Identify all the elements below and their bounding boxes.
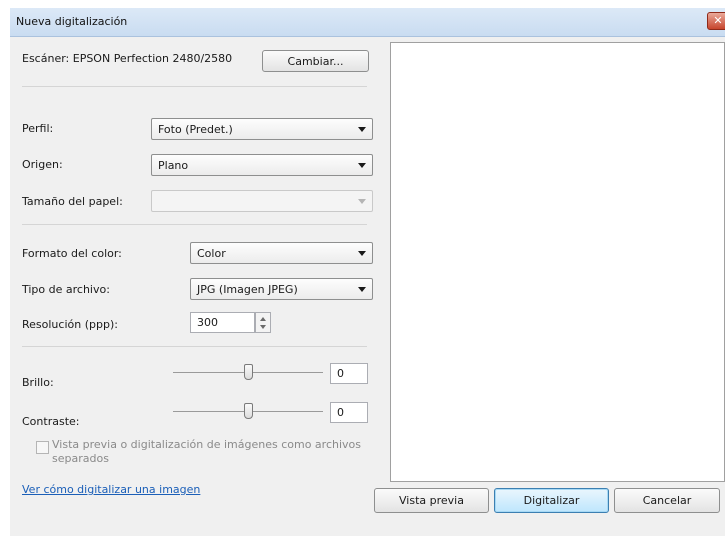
- paper-size-label: Tamaño del papel:: [22, 195, 123, 208]
- preview-area: [390, 42, 725, 482]
- chevron-down-icon: [358, 163, 366, 168]
- brightness-input[interactable]: 0: [330, 363, 368, 384]
- contrast-label: Contraste:: [22, 415, 80, 428]
- scan-button[interactable]: Digitalizar: [494, 488, 609, 513]
- separate-files-label-line2: separados: [52, 452, 109, 465]
- resolution-label: Resolución (ppp):: [22, 318, 118, 331]
- chevron-down-icon: [358, 287, 366, 292]
- chevron-down-icon: [358, 251, 366, 256]
- color-format-label: Formato del color:: [22, 247, 122, 260]
- spin-down-icon: [260, 325, 266, 329]
- color-format-dropdown[interactable]: Color: [190, 242, 373, 264]
- profile-label: Perfil:: [22, 122, 54, 135]
- brightness-label: Brillo:: [22, 376, 54, 389]
- brightness-value: 0: [337, 367, 344, 380]
- separator-bottom: [22, 346, 367, 347]
- contrast-slider-thumb[interactable]: [243, 403, 253, 419]
- separator-top: [22, 86, 367, 87]
- resolution-spinner[interactable]: [255, 312, 271, 333]
- separate-files-label-line1: Vista previa o digitalización de imágene…: [52, 438, 362, 451]
- chevron-down-icon: [358, 127, 366, 132]
- color-format-value: Color: [197, 247, 226, 260]
- title-bar: Nueva digitalización ✕: [10, 8, 725, 37]
- source-label: Origen:: [22, 158, 63, 171]
- window-title: Nueva digitalización: [16, 15, 128, 28]
- contrast-value: 0: [337, 406, 344, 419]
- separate-files-checkbox[interactable]: [36, 441, 49, 454]
- resolution-value: 300: [197, 316, 218, 329]
- profile-dropdown[interactable]: Foto (Predet.): [151, 118, 373, 140]
- contrast-input[interactable]: 0: [330, 402, 368, 423]
- close-button[interactable]: ✕: [707, 12, 725, 30]
- resolution-input[interactable]: 300: [190, 312, 255, 333]
- file-type-value: JPG (Imagen JPEG): [197, 283, 298, 296]
- close-icon: ✕: [713, 14, 723, 27]
- scanner-label: Escáner: EPSON Perfection 2480/2580: [22, 52, 233, 65]
- brightness-slider-thumb[interactable]: [243, 364, 253, 380]
- preview-button[interactable]: Vista previa: [374, 488, 489, 513]
- separator-middle: [22, 224, 367, 225]
- new-scan-dialog: Nueva digitalización ✕ Escáner: EPSON Pe…: [10, 8, 725, 536]
- change-scanner-button[interactable]: Cambiar...: [262, 50, 369, 72]
- source-dropdown[interactable]: Plano: [151, 154, 373, 176]
- cancel-button[interactable]: Cancelar: [614, 488, 720, 513]
- source-value: Plano: [158, 159, 189, 172]
- spin-up-icon: [260, 317, 266, 321]
- profile-value: Foto (Predet.): [158, 123, 233, 136]
- file-type-label: Tipo de archivo:: [22, 283, 110, 296]
- paper-size-dropdown: [151, 190, 373, 212]
- file-type-dropdown[interactable]: JPG (Imagen JPEG): [190, 278, 373, 300]
- help-link[interactable]: Ver cómo digitalizar una imagen: [22, 483, 200, 496]
- chevron-down-icon: [358, 199, 366, 204]
